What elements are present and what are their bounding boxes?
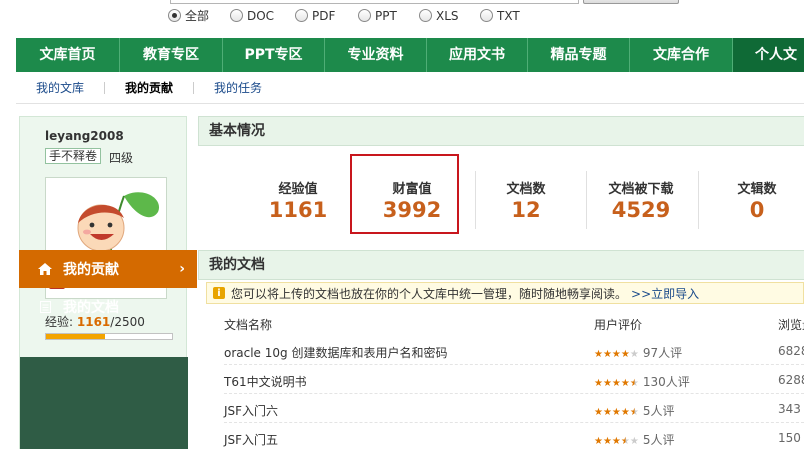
filter-txt[interactable]: TXT: [480, 7, 540, 24]
level-label: 四级: [109, 151, 134, 165]
view-count: 6288: [778, 373, 804, 387]
stat-downloads: 文档被下载 4529: [608, 182, 674, 222]
nav-documents[interactable]: 应用文书: [427, 38, 528, 72]
stats-panel: 经验值 1161 财富值 3992 文档数 12 文档被下载 4529 文辑数 …: [198, 146, 804, 250]
search-bar-area: 全部 DOC PDF PPT XLS TXT: [0, 0, 804, 38]
document-title-link[interactable]: oracle 10g 创建数据库和表用户名和密码: [224, 344, 447, 361]
rating-cell: ★★★★★ 5人评: [594, 402, 674, 419]
nav-featured[interactable]: 精品专题: [528, 38, 630, 72]
section-basic-title: 基本情况: [198, 116, 804, 146]
nav-professional[interactable]: 专业资料: [325, 38, 427, 72]
table-row: oracle 10g 创建数据库和表用户名和密码 ★★★★★97人评 6828: [224, 336, 804, 365]
view-count: 6828: [778, 344, 804, 358]
star-rating-icon: ★★★★★: [594, 349, 639, 360]
rating-cell: ★★★★★ 97人评: [594, 344, 682, 361]
document-title-link[interactable]: JSF入门五: [224, 431, 278, 448]
review-count: 5人评: [642, 404, 675, 418]
username[interactable]: leyang2008: [45, 129, 124, 143]
column-rating-header[interactable]: 用户评价: [594, 316, 642, 333]
table-row: T61中文说明书 ★★★★★130人评 6288: [224, 365, 804, 394]
tab-my-tasks[interactable]: 我的任务: [214, 79, 282, 96]
title-badge: 手不释卷: [45, 148, 102, 164]
content-panel: 基本情况 经验值 1161 财富值 3992 文档数 12 文档被下载 4529…: [198, 116, 804, 449]
star-rating-icon: ★★★★★: [594, 407, 639, 418]
import-link[interactable]: >>立即导入: [631, 285, 699, 302]
search-button[interactable]: [583, 0, 679, 4]
nav-cooperation[interactable]: 文库合作: [630, 38, 733, 72]
logo: [0, 0, 110, 4]
import-notice: i 您可以将上传的文档也放在你的个人文库中统一管理，随时随地畅享阅读。 >>立即…: [206, 282, 804, 304]
view-count: 343: [778, 402, 801, 416]
file-type-filters: 全部 DOC PDF PPT XLS TXT: [168, 7, 540, 24]
table-row: JSF入门六 ★★★★★ 5人评 343: [224, 394, 804, 423]
filter-all[interactable]: 全部: [168, 7, 230, 24]
sub-nav: 我的文库 我的贡献 我的任务: [16, 72, 804, 104]
documents-table: 文档名称 用户评价 浏览量 oracle 10g 创建数据库和表用户名和密码 ★★…: [224, 312, 804, 449]
divider: [698, 171, 699, 229]
main-nav: 文库首页 教育专区 PPT专区 专业资料 应用文书 精品专题 文库合作 个人文: [16, 38, 804, 72]
review-count: 5人评: [642, 433, 675, 447]
column-views-header[interactable]: 浏览量: [778, 316, 804, 333]
review-count: 97人评: [642, 346, 683, 360]
rating-cell: ★★★★★ 5人评: [594, 431, 674, 448]
stat-experience: 经验值 1161: [268, 182, 328, 222]
radio-icon[interactable]: [419, 9, 432, 22]
star-rating-icon: ★★★★★: [594, 378, 639, 389]
table-row: JSF入门五 ★★★★★ 5人评 150: [224, 423, 804, 449]
filter-ppt[interactable]: PPT: [358, 7, 419, 24]
radio-icon[interactable]: [480, 9, 493, 22]
document-title-link[interactable]: T61中文说明书: [224, 373, 307, 390]
radio-icon[interactable]: [295, 9, 308, 22]
divider: [193, 81, 195, 94]
document-title-link[interactable]: JSF入门六: [224, 402, 278, 419]
filter-xls[interactable]: XLS: [419, 7, 480, 24]
side-menu-my-contribution[interactable]: 我的贡献 ›: [19, 250, 197, 288]
tab-my-contribution[interactable]: 我的贡献: [125, 79, 193, 96]
section-my-docs-title: 我的文档: [198, 250, 804, 280]
tab-my-library[interactable]: 我的文库: [36, 79, 104, 96]
chevron-right-icon: ›: [179, 261, 185, 277]
experience-progress-bar: [45, 333, 173, 340]
nav-personal[interactable]: 个人文: [733, 38, 804, 72]
stat-documents: 文档数 12: [506, 182, 546, 222]
radio-icon[interactable]: [168, 9, 181, 22]
radio-icon[interactable]: [358, 9, 371, 22]
column-name-header[interactable]: 文档名称: [224, 316, 272, 333]
experience-progress-fill: [46, 334, 105, 339]
table-header: 文档名称 用户评价 浏览量: [224, 312, 804, 336]
nav-home[interactable]: 文库首页: [16, 38, 120, 72]
filter-doc[interactable]: DOC: [230, 7, 295, 24]
review-count: 130人评: [642, 375, 690, 389]
home-icon: [37, 263, 53, 275]
view-count: 150: [778, 431, 801, 445]
wealth-highlight-box: [350, 154, 459, 234]
star-rating-icon: ★★★★★: [594, 436, 639, 447]
radio-icon[interactable]: [230, 9, 243, 22]
search-input[interactable]: [170, 0, 579, 4]
filter-pdf[interactable]: PDF: [295, 7, 358, 24]
document-icon: [37, 301, 53, 313]
nav-education[interactable]: 教育专区: [120, 38, 223, 72]
stat-collections: 文辑数 0: [737, 182, 777, 222]
side-menu: [20, 357, 188, 449]
info-icon: i: [213, 287, 225, 299]
rating-cell: ★★★★★ 130人评: [594, 373, 690, 390]
side-menu-my-documents[interactable]: 我的文档: [19, 288, 187, 326]
divider: [104, 81, 106, 94]
nav-ppt[interactable]: PPT专区: [223, 38, 325, 72]
